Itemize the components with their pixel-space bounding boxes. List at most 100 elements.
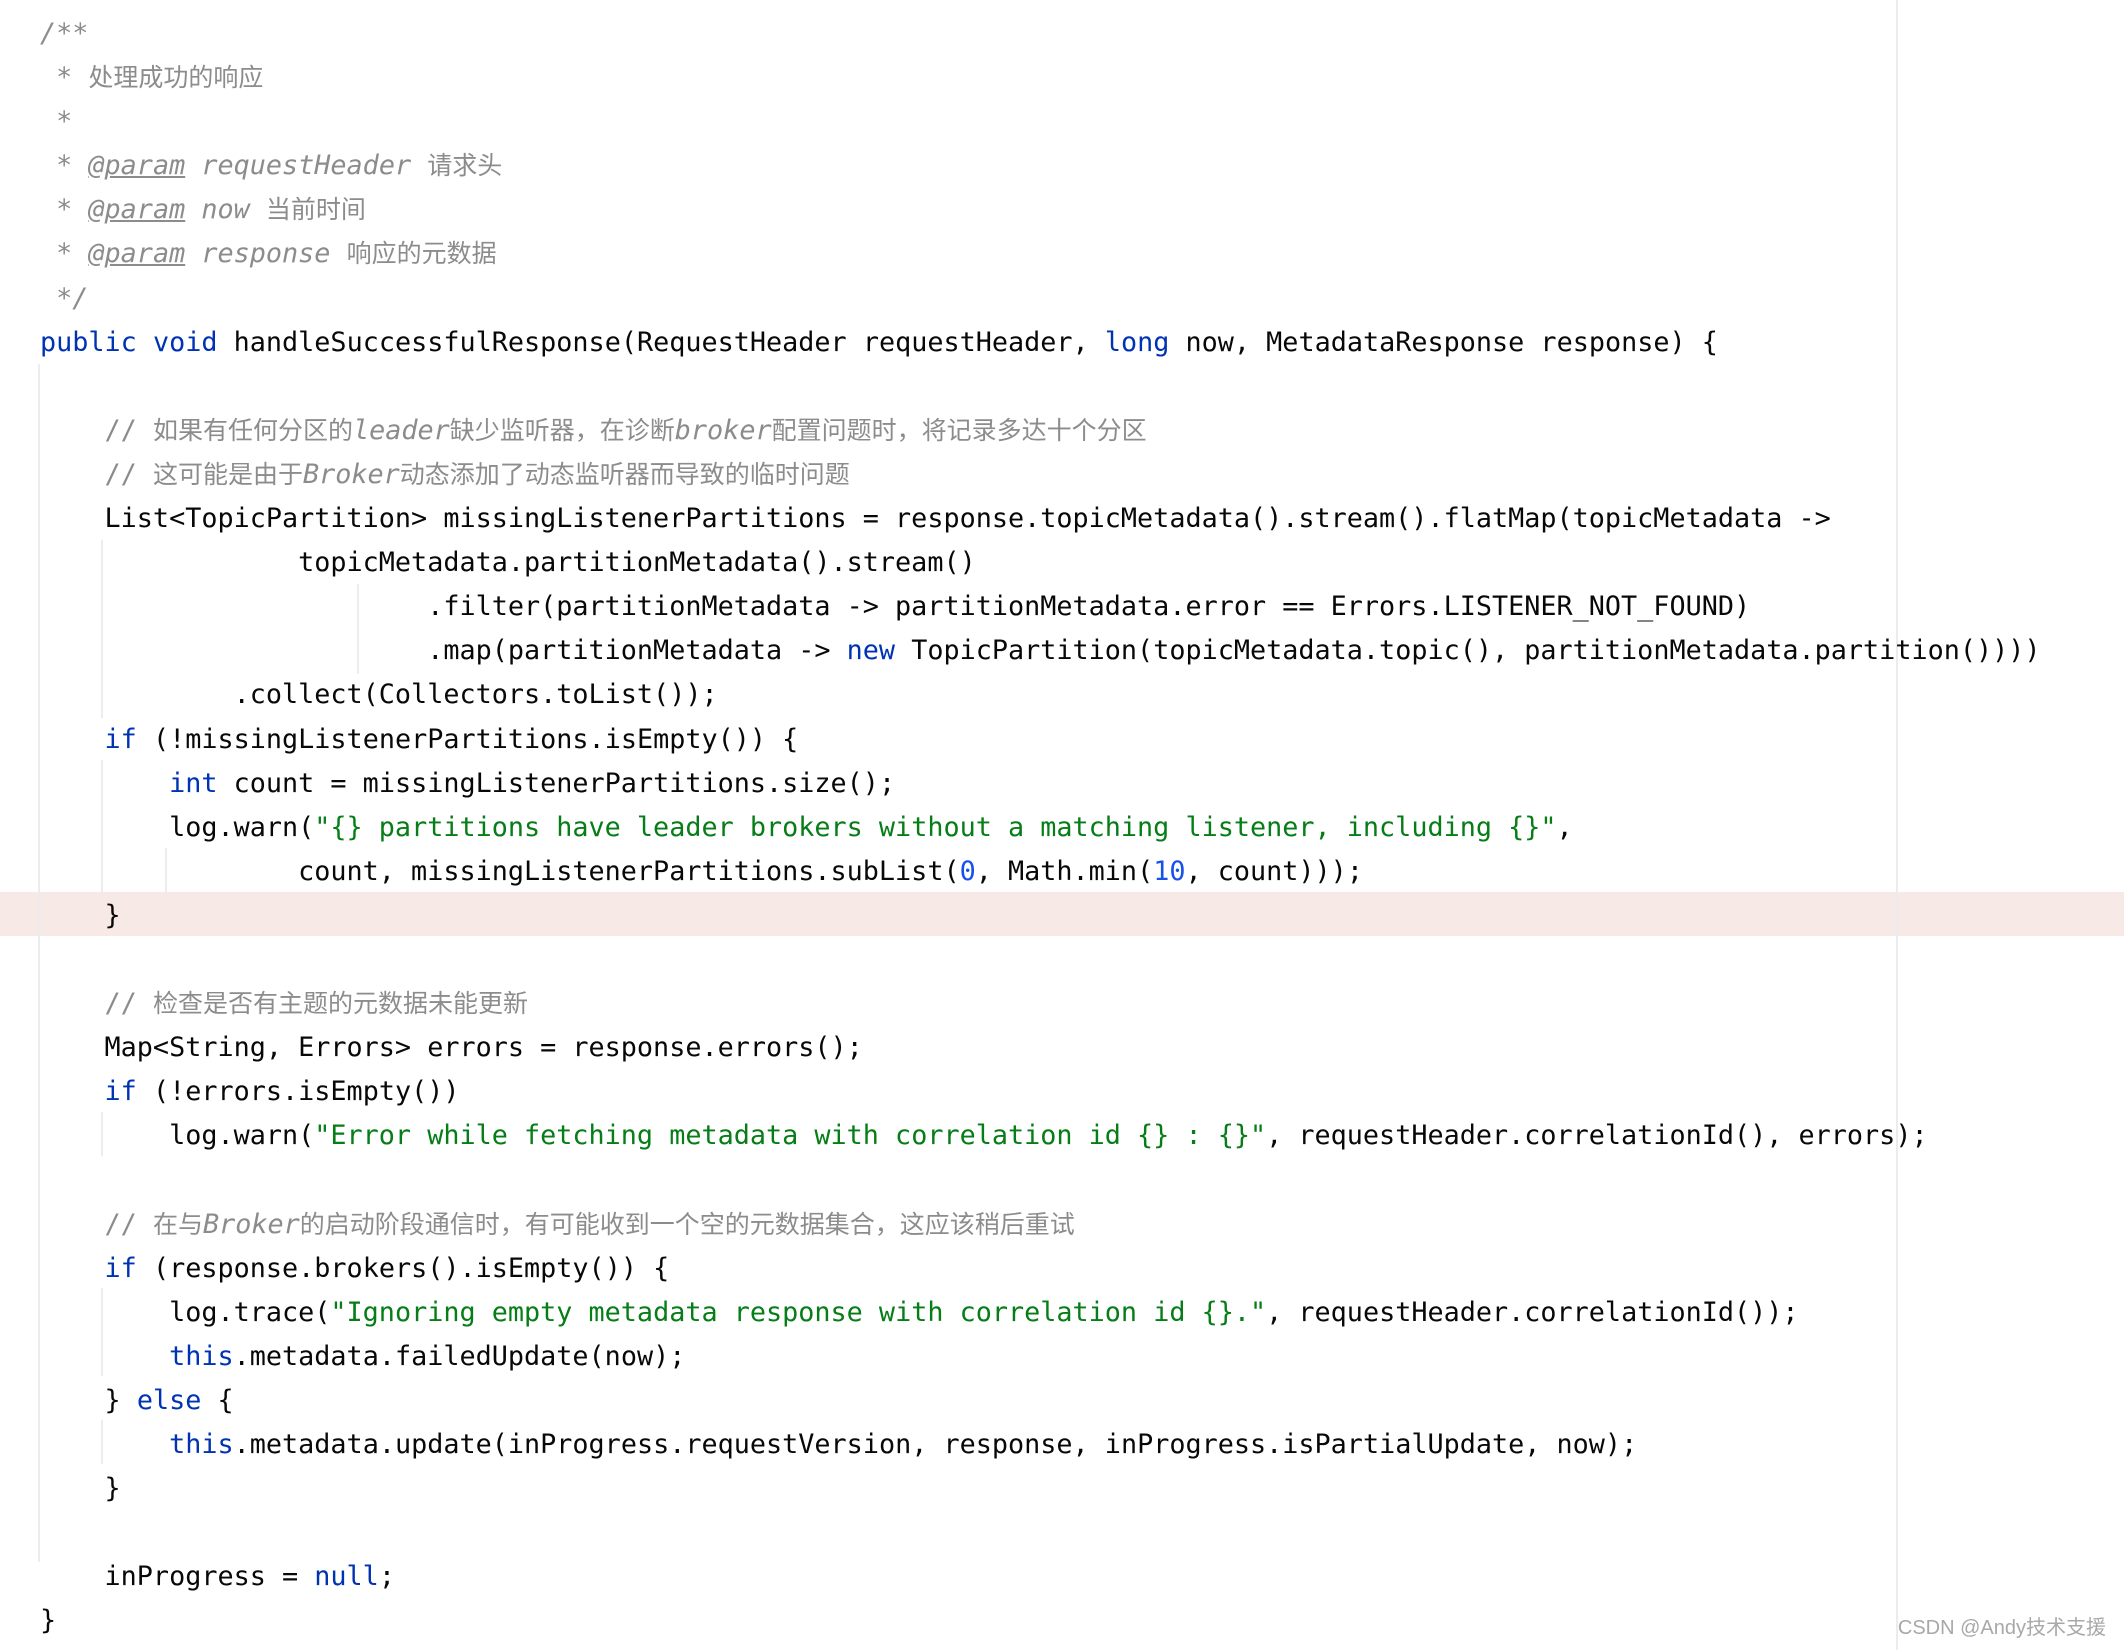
code-token: now, MetadataResponse response) { bbox=[1169, 326, 1718, 358]
code-token: // bbox=[40, 988, 153, 1020]
code-token: log.warn( bbox=[40, 1120, 315, 1152]
code-token: , Math.min( bbox=[975, 855, 1154, 887]
code-token: long bbox=[1104, 326, 1170, 358]
code-line[interactable]: this.metadata.update(inProgress.requestV… bbox=[40, 1423, 2041, 1467]
code-token: handleSuccessfulResponse(RequestHeader r… bbox=[217, 326, 1105, 358]
code-token: @param bbox=[88, 194, 186, 226]
code-token: if bbox=[104, 1252, 137, 1284]
code-line[interactable]: } bbox=[40, 1599, 2041, 1643]
code-line[interactable]: if (!missingListenerPartitions.isEmpty()… bbox=[40, 718, 2041, 762]
code-token: (!missingListenerPartitions.isEmpty()) { bbox=[136, 723, 799, 755]
code-token: broker bbox=[674, 414, 772, 446]
code-token: 处理成功的响应 bbox=[88, 63, 264, 93]
code-line[interactable]: this.metadata.failedUpdate(now); bbox=[40, 1335, 2041, 1379]
code-token: "{} partitions have leader brokers witho… bbox=[314, 811, 1557, 843]
code-token: , count))); bbox=[1185, 855, 1363, 887]
code-token: // bbox=[40, 414, 153, 446]
source-code[interactable]: /** * 处理成功的响应 * * @param requestHeader 请… bbox=[40, 12, 2041, 1643]
code-token: "Ignoring empty metadata response with c… bbox=[330, 1296, 1267, 1328]
code-token: .map(partitionMetadata -> bbox=[40, 635, 847, 667]
code-token: 响应的元数据 bbox=[346, 239, 497, 269]
code-token: } bbox=[40, 1473, 121, 1505]
code-token: */ bbox=[40, 282, 89, 314]
code-token: this bbox=[169, 1340, 234, 1372]
code-line[interactable]: // 检查是否有主题的元数据未能更新 bbox=[40, 982, 2041, 1026]
code-line[interactable]: log.warn("{} partitions have leader brok… bbox=[40, 806, 2041, 850]
code-token: topicMetadata.partitionMetadata().stream… bbox=[40, 547, 976, 579]
code-token: inProgress = bbox=[40, 1561, 315, 1593]
code-line[interactable]: * bbox=[40, 100, 2041, 144]
code-token: // bbox=[40, 1208, 153, 1240]
code-token: TopicPartition(topicMetadata.topic(), pa… bbox=[895, 635, 2041, 667]
watermark: CSDN @Andy技术支援 bbox=[1897, 1617, 2106, 1639]
code-token: * bbox=[40, 62, 89, 94]
code-token: * bbox=[40, 194, 89, 226]
code-line[interactable]: /** bbox=[40, 12, 2041, 56]
code-token: count, missingListenerPartitions.subList… bbox=[40, 855, 960, 887]
code-token: , requestHeader.correlationId(), errors)… bbox=[1266, 1120, 1928, 1152]
code-line[interactable] bbox=[40, 1511, 2041, 1555]
code-token: // bbox=[40, 458, 153, 490]
code-line[interactable]: inProgress = null; bbox=[40, 1555, 2041, 1599]
code-line[interactable] bbox=[40, 938, 2041, 982]
code-token: 请求头 bbox=[427, 151, 503, 181]
code-line[interactable]: log.trace("Ignoring empty metadata respo… bbox=[40, 1291, 2041, 1335]
code-token: leader bbox=[352, 414, 450, 446]
code-line[interactable]: .map(partitionMetadata -> new TopicParti… bbox=[40, 629, 2041, 673]
code-token: null bbox=[314, 1561, 379, 1593]
code-editor[interactable]: /** * 处理成功的响应 * * @param requestHeader 请… bbox=[0, 0, 2124, 1650]
code-token: ; bbox=[378, 1561, 395, 1593]
code-line[interactable]: if (!errors.isEmpty()) bbox=[40, 1070, 2041, 1114]
code-token: Map<String, Errors> errors = response.er… bbox=[40, 1032, 863, 1064]
code-token: if bbox=[104, 723, 137, 755]
code-line[interactable]: count, missingListenerPartitions.subList… bbox=[40, 850, 2041, 894]
code-line[interactable]: .filter(partitionMetadata -> partitionMe… bbox=[40, 585, 2041, 629]
code-line[interactable]: .collect(Collectors.toList()); bbox=[40, 673, 2041, 717]
code-token: Broker bbox=[302, 458, 400, 490]
code-line[interactable]: // 如果有任何分区的leader缺少监听器，在诊断broker配置问题时，将记… bbox=[40, 409, 2041, 453]
code-line[interactable] bbox=[40, 365, 2041, 409]
code-token: .metadata.failedUpdate(now); bbox=[233, 1340, 686, 1372]
code-token: (!errors.isEmpty()) bbox=[136, 1076, 460, 1108]
code-line[interactable]: } bbox=[40, 1467, 2041, 1511]
code-line[interactable]: log.warn("Error while fetching metadata … bbox=[40, 1114, 2041, 1158]
code-token: log.trace( bbox=[40, 1296, 331, 1328]
code-token: new bbox=[846, 635, 896, 667]
code-line[interactable]: * @param now 当前时间 bbox=[40, 188, 2041, 232]
code-token: if bbox=[104, 1076, 137, 1108]
code-token: count = missingListenerPartitions.size()… bbox=[217, 767, 896, 799]
code-line[interactable]: */ bbox=[40, 277, 2041, 321]
code-token: List<TopicPartition> missingListenerPart… bbox=[40, 503, 1831, 535]
code-token: @param bbox=[88, 150, 186, 182]
code-line[interactable]: * 处理成功的响应 bbox=[40, 56, 2041, 100]
code-line[interactable]: // 这可能是由于Broker动态添加了动态监听器而导致的临时问题 bbox=[40, 453, 2041, 497]
code-token: 配置问题时，将记录多达十个分区 bbox=[771, 415, 1147, 445]
code-line[interactable] bbox=[40, 1158, 2041, 1202]
code-token: { bbox=[201, 1384, 234, 1416]
code-line[interactable]: int count = missingListenerPartitions.si… bbox=[40, 762, 2041, 806]
code-line[interactable]: topicMetadata.partitionMetadata().stream… bbox=[40, 541, 2041, 585]
code-line[interactable]: * @param response 响应的元数据 bbox=[40, 232, 2041, 276]
code-line[interactable]: public void handleSuccessfulResponse(Req… bbox=[40, 321, 2041, 365]
code-line[interactable]: Map<String, Errors> errors = response.er… bbox=[40, 1026, 2041, 1070]
code-token: /** bbox=[40, 18, 89, 49]
code-token: 检查是否有主题的元数据未能更新 bbox=[152, 989, 528, 1019]
code-token: 0 bbox=[959, 855, 976, 887]
code-token: * bbox=[40, 238, 89, 270]
code-token: 在与 bbox=[152, 1209, 203, 1239]
code-line[interactable]: // 在与Broker的启动阶段通信时，有可能收到一个空的元数据集合，这应该稍后… bbox=[40, 1203, 2041, 1247]
code-line[interactable]: * @param requestHeader 请求头 bbox=[40, 144, 2041, 188]
code-token: , requestHeader.correlationId()); bbox=[1266, 1296, 1799, 1328]
code-token: * bbox=[40, 106, 73, 138]
code-line[interactable]: List<TopicPartition> missingListenerPart… bbox=[40, 497, 2041, 541]
code-line[interactable]: if (response.brokers().isEmpty()) { bbox=[40, 1247, 2041, 1291]
code-line[interactable]: } else { bbox=[40, 1379, 2041, 1423]
code-line[interactable]: } bbox=[40, 894, 2041, 938]
code-token: 的启动阶段通信时，有可能收到一个空的元数据集合，这应该稍后重试 bbox=[299, 1209, 1075, 1239]
code-token: , bbox=[1556, 811, 1573, 843]
